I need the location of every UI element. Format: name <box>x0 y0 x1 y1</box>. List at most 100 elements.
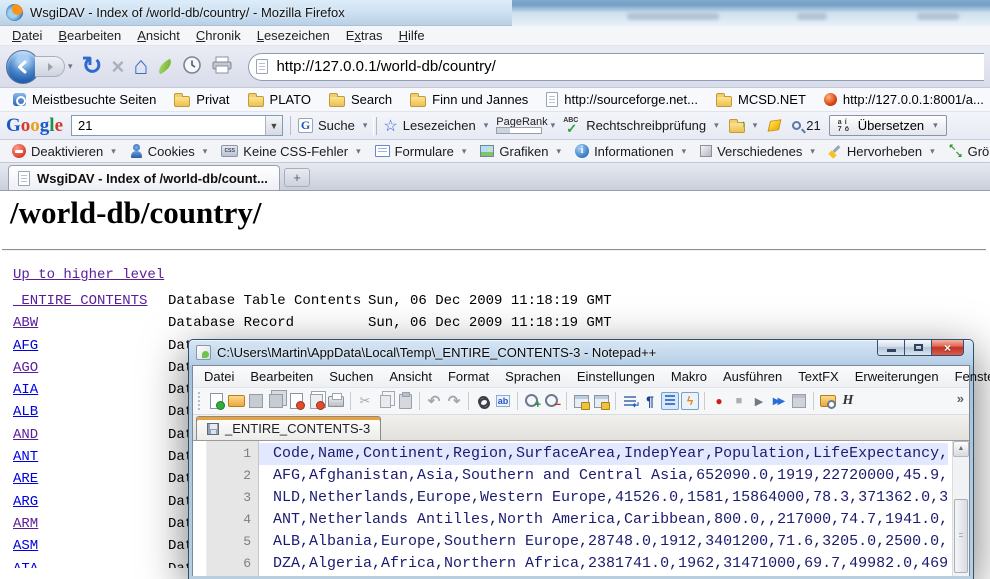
zoom-in-icon[interactable] <box>523 392 541 410</box>
doc-switch-icon[interactable] <box>819 392 837 410</box>
run-macro-icon[interactable] <box>770 392 788 410</box>
send-to-button[interactable]: ▾ <box>729 119 758 133</box>
entry-link[interactable]: ARG <box>13 494 168 510</box>
npp-menu-item-bearbeiten[interactable]: Bearbeiten <box>242 367 321 386</box>
reload-button[interactable]: ↻ <box>82 54 103 79</box>
webdev-item-highlight[interactable]: Hervorheben▾ <box>822 144 942 159</box>
npp-menu-item-erweiterungen[interactable]: Erweiterungen <box>847 367 947 386</box>
bookmark-item[interactable]: http://sourceforge.net... <box>537 88 707 111</box>
translate-button[interactable]: aí7ö Übersetzen▾ <box>829 115 947 136</box>
menu-item-datei[interactable]: Datei <box>4 26 50 45</box>
entry-link[interactable]: AND <box>13 427 168 443</box>
redo-icon[interactable] <box>445 392 463 410</box>
close-button[interactable]: × <box>931 340 964 356</box>
entry-link[interactable]: AGO <box>13 360 168 376</box>
entry-link[interactable]: ARE <box>13 471 168 487</box>
url-text[interactable]: http://127.0.0.1/world-db/country/ <box>276 58 495 75</box>
search-dropdown-icon[interactable]: ▼ <box>265 116 282 135</box>
bookmark-item[interactable]: Search <box>320 88 401 111</box>
menu-item-bearbeiten[interactable]: Bearbeiten <box>50 26 129 45</box>
editor-line[interactable]: ANT,Netherlands Antilles,North America,C… <box>259 509 969 531</box>
pagerank-widget[interactable]: PageRank <box>496 117 547 134</box>
find-count[interactable]: 21 <box>792 118 820 133</box>
entry-link[interactable]: AIA <box>13 382 168 398</box>
npp-menu-item-makro[interactable]: Makro <box>663 367 715 386</box>
bookmark-item[interactable]: Finn und Jannes <box>401 88 537 111</box>
restore-pos-icon[interactable] <box>572 392 590 410</box>
editor-line-text[interactable]: AFG,Afghanistan,Asia,Southern and Centra… <box>259 465 948 487</box>
open-file-icon[interactable] <box>227 392 245 410</box>
webdev-item-info[interactable]: Informationen▾ <box>568 144 693 159</box>
entry-link[interactable]: ABW <box>13 315 168 331</box>
google-search-button[interactable]: G Suche▾ <box>298 118 367 133</box>
menu-item-lesezeichen[interactable]: Lesezeichen <box>249 26 338 45</box>
google-search-box[interactable]: 21 ▼ <box>71 115 283 136</box>
npp-menu-item-suchen[interactable]: Suchen <box>321 367 381 386</box>
webdev-item-resize[interactable]: Größe▾ <box>942 144 990 159</box>
bookmark-item[interactable]: PLATO <box>239 88 320 111</box>
maximize-button[interactable] <box>904 340 931 356</box>
search-query[interactable]: 21 <box>72 118 265 133</box>
dropdown-caret-icon[interactable]: ▾ <box>462 146 467 157</box>
find-icon[interactable] <box>474 392 492 410</box>
webdev-item-images[interactable]: Grafiken▾ <box>473 144 568 159</box>
webdev-item-disable[interactable]: Deaktivieren▾ <box>5 144 123 159</box>
print-icon[interactable] <box>211 56 233 77</box>
new-file-icon[interactable] <box>207 392 225 410</box>
npp-menu-item-ansicht[interactable]: Ansicht <box>381 367 440 386</box>
forward-button[interactable] <box>35 56 65 77</box>
editor-line[interactable]: AFG,Afghanistan,Asia,Southern and Centra… <box>259 465 969 487</box>
bookmark-item[interactable]: MCSD.NET <box>707 88 815 111</box>
npp-menu-item-textfx[interactable]: TextFX <box>790 367 846 386</box>
menu-item-extras[interactable]: Extras <box>338 26 391 45</box>
greasemonkey-icon[interactable] <box>156 59 174 74</box>
close-all-icon[interactable] <box>307 392 325 410</box>
editor-line-text[interactable]: ALB,Albania,Europe,Southern Europe,28748… <box>259 531 948 553</box>
save-pos-icon[interactable] <box>592 392 610 410</box>
menu-item-hilfe[interactable]: Hilfe <box>391 26 433 45</box>
scroll-up-button[interactable]: ▲ <box>953 441 969 457</box>
play-macro-icon[interactable] <box>750 392 768 410</box>
editor-line[interactable]: Code,Name,Continent,Region,SurfaceArea,I… <box>259 443 969 465</box>
print-icon[interactable] <box>327 392 345 410</box>
minimize-button[interactable] <box>877 340 904 356</box>
notepad-titlebar[interactable]: C:\Users\Martin\AppData\Local\Temp\_ENTI… <box>189 340 973 365</box>
entry-link[interactable]: ANT <box>13 449 168 465</box>
dropdown-caret-icon[interactable]: ▾ <box>111 146 116 157</box>
undo-icon[interactable] <box>425 392 443 410</box>
editor-area[interactable]: 123456 Code,Name,Continent,Region,Surfac… <box>193 441 969 576</box>
npp-menu-item-datei[interactable]: Datei <box>196 367 242 386</box>
vertical-scrollbar[interactable]: ▲ <box>952 441 969 576</box>
scrollbar-thumb[interactable] <box>954 499 968 573</box>
show-symbols-icon[interactable] <box>641 392 659 410</box>
url-bar[interactable]: http://127.0.0.1/world-db/country/ <box>248 53 984 81</box>
entry-link[interactable]: ALB <box>13 404 168 420</box>
menu-item-chronik[interactable]: Chronik <box>188 26 249 45</box>
npp-menu-item-ausfhren[interactable]: Ausführen <box>715 367 790 386</box>
menu-item-ansicht[interactable]: Ansicht <box>129 26 188 45</box>
dropdown-caret-icon[interactable]: ▾ <box>557 146 562 157</box>
text-area[interactable]: Code,Name,Continent,Region,SurfaceArea,I… <box>259 441 969 576</box>
spellcheck-button[interactable]: Rechtschreibprüfung▾ <box>563 118 719 134</box>
hand-icon[interactable] <box>839 392 857 410</box>
copy-icon[interactable] <box>376 392 394 410</box>
dropdown-caret-icon[interactable]: ▾ <box>356 146 361 157</box>
npp-menu-item-sprachen[interactable]: Sprachen <box>497 367 569 386</box>
editor-line[interactable]: DZA,Algeria,Africa,Northern Africa,23817… <box>259 553 969 575</box>
entry-link[interactable]: _ENTIRE_CONTENTS <box>13 293 168 309</box>
entry-link[interactable]: AFG <box>13 338 168 354</box>
highlighter-icon[interactable] <box>768 119 782 131</box>
webdev-item-cookies[interactable]: Cookies▾ <box>123 144 215 159</box>
stop-button[interactable]: × <box>111 56 124 78</box>
stop-macro-icon[interactable] <box>730 392 748 410</box>
function-list-icon[interactable] <box>681 392 699 410</box>
entry-link[interactable]: ATA <box>13 561 168 568</box>
dropdown-caret-icon[interactable]: ▾ <box>682 146 687 157</box>
editor-line-text[interactable]: ANT,Netherlands Antilles,North America,C… <box>259 509 948 531</box>
npp-menu-item-einstellungen[interactable]: Einstellungen <box>569 367 663 386</box>
webdev-item-misc[interactable]: Verschiedenes▾ <box>693 144 822 159</box>
save-icon[interactable] <box>247 392 265 410</box>
history-dropdown-icon[interactable]: ▾ <box>68 61 73 72</box>
up-to-higher-level-link[interactable]: Up to higher level <box>13 267 164 283</box>
webdev-item-css[interactable]: Keine CSS-Fehler▾ <box>214 144 367 159</box>
